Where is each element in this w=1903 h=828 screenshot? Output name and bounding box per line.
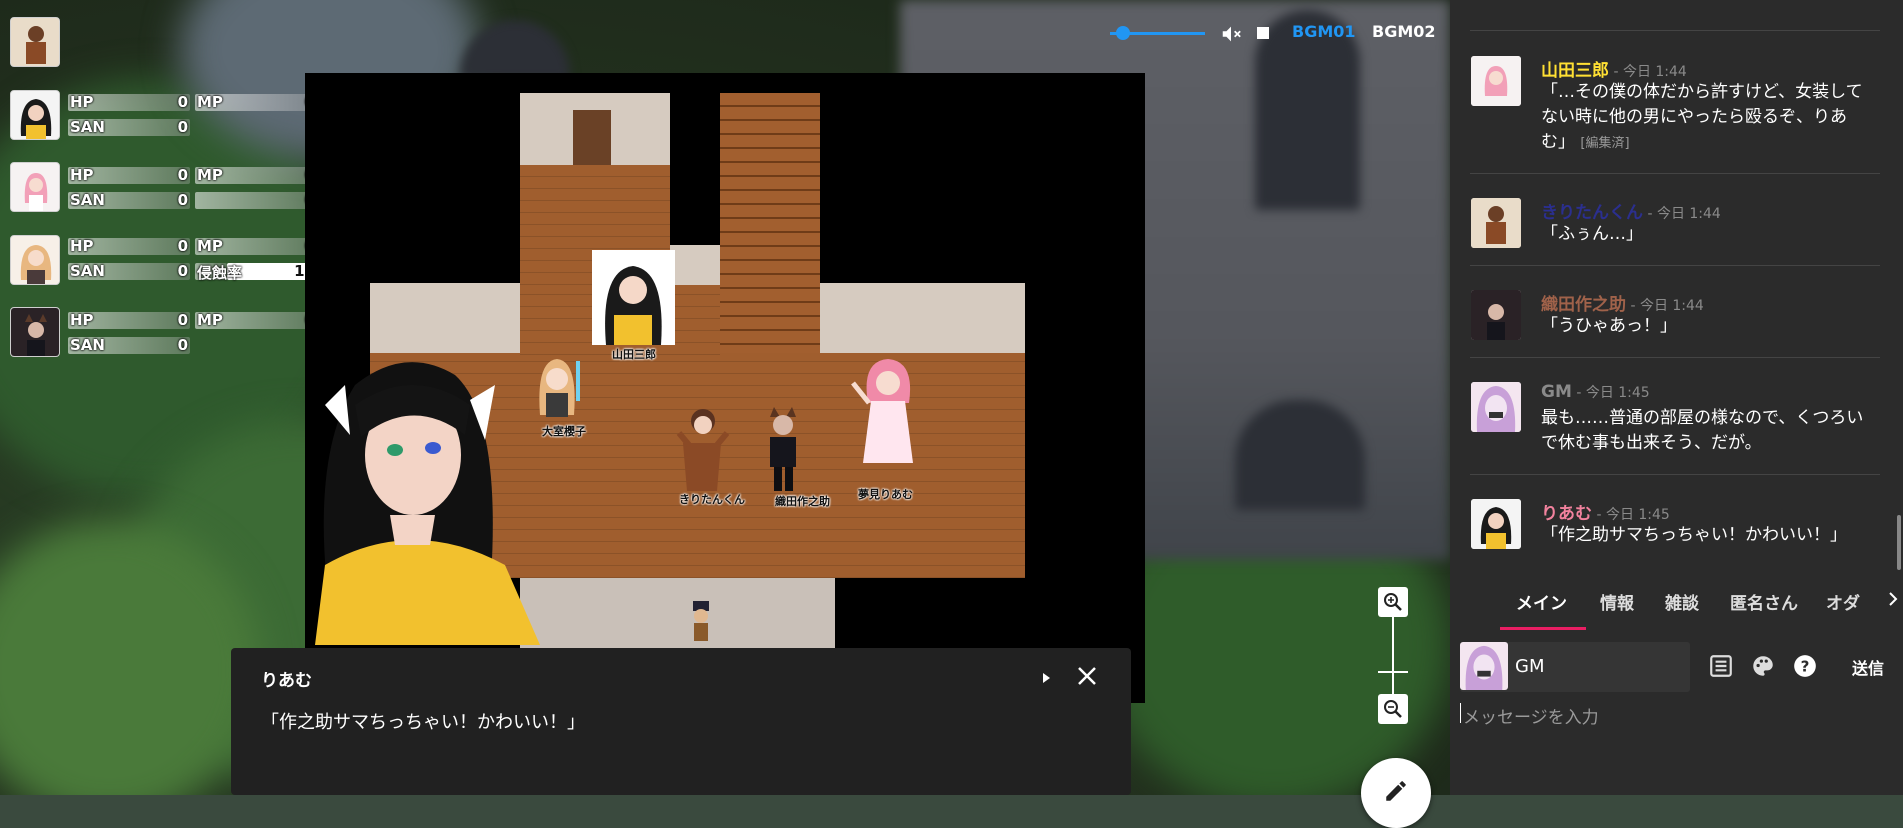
stat-hp: HP 0 xyxy=(68,311,190,329)
avatar xyxy=(1460,642,1508,690)
stat-erosion-rate: 侵蝕率11 xyxy=(195,261,317,282)
zoom-slider-line xyxy=(1392,615,1394,705)
message-input-placeholder: メッセージを入力 xyxy=(1463,708,1599,728)
message-author: きりたんくん xyxy=(1541,203,1643,223)
avatar xyxy=(1471,56,1521,106)
stat-san: SAN 0 xyxy=(68,191,190,209)
message-author: GM xyxy=(1541,382,1572,402)
chat-composer: GM ? 送信 メッセージを入力 xyxy=(1450,630,1903,795)
tab-oda[interactable]: オダ xyxy=(1826,589,1860,614)
door[interactable] xyxy=(573,110,611,165)
token-label: 山田三郎 xyxy=(612,348,656,361)
dialog-box[interactable]: りあむ 「作之助サマちっちゃい！かわいい！」 xyxy=(231,648,1131,795)
list-icon[interactable] xyxy=(1708,653,1734,679)
avatar[interactable] xyxy=(10,17,60,67)
avatar[interactable] xyxy=(10,162,60,212)
message-text: 「うひゃあっ！」 xyxy=(1541,316,1677,336)
avatar xyxy=(1471,198,1521,248)
stat-mp: MP0 xyxy=(195,92,317,112)
chat-tabs: メイン 情報 雑談 匿名さん オダ xyxy=(1450,575,1903,630)
stop-icon[interactable] xyxy=(1257,27,1269,39)
token-label: 織田作之助 xyxy=(775,495,830,508)
token-label: きりたんくん xyxy=(679,493,745,506)
zoom-slider-knob[interactable] xyxy=(1378,671,1408,673)
tab-anonymous[interactable]: 匿名さん xyxy=(1730,589,1798,614)
avatar xyxy=(1471,499,1521,549)
message-input[interactable]: メッセージを入力 xyxy=(1460,700,1890,780)
edit-fab-button[interactable] xyxy=(1361,758,1431,828)
stat-hp: HP 0 xyxy=(68,166,190,184)
message-time: - 今日 1:45 xyxy=(1571,385,1650,401)
stat-san: SAN 0 xyxy=(68,336,190,354)
stat-san: SAN 0 xyxy=(68,118,190,136)
stat-san: SAN 0 xyxy=(68,262,190,280)
message-text: 最も……普通の部屋の様なので、くつろいで休む事も出来そう、だが。 xyxy=(1541,408,1864,453)
sender-selector[interactable]: GM xyxy=(1460,642,1690,692)
avatar[interactable] xyxy=(10,235,60,285)
zoom-in-button[interactable] xyxy=(1378,587,1408,617)
svg-text:?: ? xyxy=(1801,657,1810,675)
message-time: - 今日 1:45 xyxy=(1592,507,1670,523)
token-yamada[interactable] xyxy=(592,250,675,345)
message-author: 織田作之助 xyxy=(1541,295,1626,315)
volume-slider-knob[interactable] xyxy=(1116,26,1130,40)
tab-main[interactable]: メイン xyxy=(1516,589,1567,614)
tab-info[interactable]: 情報 xyxy=(1600,589,1634,614)
palette-icon[interactable] xyxy=(1750,653,1776,679)
pencil-icon xyxy=(1386,781,1406,801)
message-author: 山田三郎 xyxy=(1541,61,1609,81)
message-author: りあむ xyxy=(1541,504,1592,524)
speaker-portrait xyxy=(295,345,540,645)
dialog-close-icon[interactable] xyxy=(1076,665,1098,691)
stat-mp: MP0 xyxy=(195,165,317,185)
token-label: 大室櫻子 xyxy=(542,425,586,438)
small-figure-token[interactable] xyxy=(687,601,715,641)
stat-mp: MP0 xyxy=(195,236,317,256)
avatar[interactable] xyxy=(10,90,60,140)
tabs-scroll-right-icon[interactable] xyxy=(1887,591,1899,611)
tab-chat[interactable]: 雑談 xyxy=(1665,589,1699,614)
token-kiritan[interactable] xyxy=(665,403,740,497)
message-time: - 今日 1:44 xyxy=(1643,206,1721,222)
stat-hp: HP 0 xyxy=(68,93,190,111)
avatar xyxy=(1471,290,1521,340)
bgm01-button[interactable]: BGM01 xyxy=(1292,22,1356,41)
text-cursor xyxy=(1460,703,1461,723)
chat-scrollbar[interactable] xyxy=(1897,515,1901,570)
avatar[interactable] xyxy=(10,307,60,357)
message-time: - 今日 1:44 xyxy=(1626,298,1704,314)
message-text: 「ふぅん…」 xyxy=(1541,224,1643,244)
edited-badge: [編集済] xyxy=(1580,136,1630,151)
message-time: - 今日 1:44 xyxy=(1609,64,1687,80)
zoom-out-icon xyxy=(1384,700,1402,718)
zoom-out-button[interactable] xyxy=(1378,694,1408,724)
token-oda[interactable] xyxy=(752,403,812,497)
dialog-text: 「作之助サマちっちゃい！かわいい！」 xyxy=(261,712,585,733)
dialog-speaker-name: りあむ xyxy=(261,671,312,691)
help-icon[interactable]: ? xyxy=(1792,653,1818,679)
stat-mp: MP0 xyxy=(195,310,317,330)
audio-controls: BGM01 BGM02 xyxy=(1100,18,1440,48)
stat-extra: 0 xyxy=(195,190,317,210)
zoom-in-icon xyxy=(1384,593,1402,611)
send-button[interactable]: 送信 xyxy=(1852,655,1884,679)
sender-name: GM xyxy=(1515,656,1545,677)
token-label: 夢見りあむ xyxy=(858,488,913,501)
chat-log[interactable]: 山田三郎 - 今日 1:44 「…その僕の体だから許すけど、女装してない時に他の… xyxy=(1450,0,1903,570)
token-riamu[interactable] xyxy=(843,353,933,487)
message-text: 「作之助サマちっちゃい！かわいい！」 xyxy=(1541,525,1847,545)
chat-panel: 山田三郎 - 今日 1:44 「…その僕の体だから許すけど、女装してない時に他の… xyxy=(1450,0,1903,795)
volume-muted-icon[interactable] xyxy=(1220,23,1242,49)
bgm02-button[interactable]: BGM02 xyxy=(1372,22,1436,41)
dialog-next-icon[interactable] xyxy=(1039,670,1053,689)
stat-hp: HP 0 xyxy=(68,237,190,255)
avatar xyxy=(1471,382,1521,432)
